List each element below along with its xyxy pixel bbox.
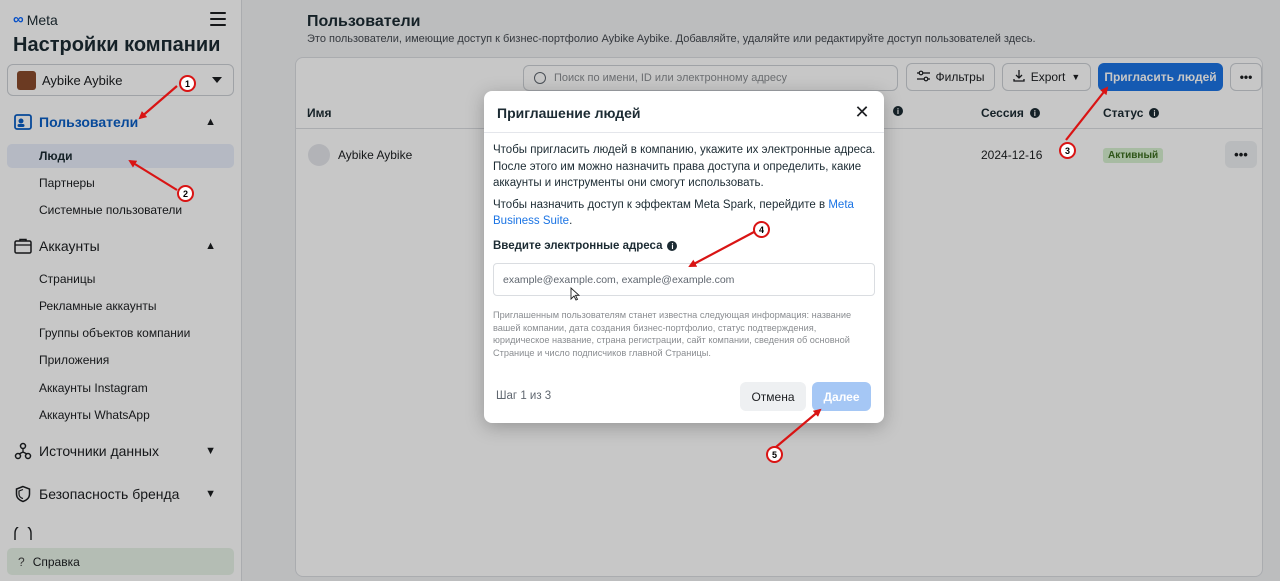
privacy-note: Приглашенным пользователям станет извест… bbox=[493, 310, 852, 358]
mouse-cursor-icon bbox=[570, 287, 580, 301]
next-button[interactable]: Далее bbox=[812, 382, 871, 411]
invite-people-dialog: Приглашение людей ✕ Чтобы пригласить люд… bbox=[484, 91, 884, 423]
annotation-marker-3: 3 bbox=[1059, 142, 1076, 159]
meta-spark-note: Чтобы назначить доступ к эффектам Meta S… bbox=[493, 199, 854, 227]
dialog-divider bbox=[484, 132, 884, 133]
email-label: Введите электронные адреса i bbox=[493, 240, 678, 252]
email-field[interactable] bbox=[493, 263, 875, 296]
annotation-marker-4: 4 bbox=[753, 221, 770, 238]
cancel-button[interactable]: Отмена bbox=[740, 382, 806, 411]
dialog-description: Чтобы пригласить людей в компанию, укажи… bbox=[493, 144, 876, 189]
annotation-marker-1: 1 bbox=[179, 75, 196, 92]
annotation-marker-5: 5 bbox=[766, 446, 783, 463]
close-icon[interactable]: ✕ bbox=[852, 102, 872, 122]
info-icon[interactable]: i bbox=[667, 241, 678, 251]
dialog-title: Приглашение людей bbox=[497, 105, 641, 121]
step-indicator: Шаг 1 из 3 bbox=[496, 390, 552, 402]
annotation-marker-2: 2 bbox=[177, 185, 194, 202]
